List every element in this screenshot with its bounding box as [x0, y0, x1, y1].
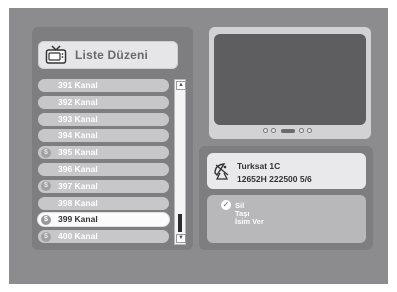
pay-channel-icon: $ [41, 181, 51, 192]
page-title: Liste Düzeni [75, 48, 149, 62]
indicator-bar [281, 129, 295, 133]
check-icon: ✓ [221, 200, 231, 210]
satellite-name: Turksat 1C [237, 161, 281, 171]
channel-row[interactable]: $397 Kanal [38, 179, 169, 193]
channel-row[interactable]: 398 Kanal [38, 196, 169, 210]
channel-row[interactable]: 396 Kanal [38, 163, 169, 176]
satellite-info-box: Turksat 1C 12652H 222500 5/6 [207, 153, 366, 189]
preview-screen [214, 34, 366, 125]
channel-label: 399 Kanal [58, 214, 98, 225]
indicator-dot [307, 128, 312, 133]
channel-label: 391 Kanal [58, 80, 98, 90]
channel-label: 395 Kanal [58, 147, 98, 158]
indicator-dot [299, 128, 304, 133]
channel-label: 398 Kanal [58, 197, 98, 208]
indicator-dot [271, 128, 276, 133]
scroll-down-button[interactable]: ▼ [176, 234, 186, 243]
channel-row[interactable]: 393 Kanal [38, 112, 169, 126]
scroll-up-button[interactable]: ▲ [176, 81, 186, 90]
channel-row[interactable]: $400 Kanal [38, 230, 169, 244]
pay-channel-icon: $ [41, 214, 51, 225]
channel-row[interactable]: $399 Kanal [38, 213, 169, 227]
screen: Liste Düzeni 391 Kanal 392 Kanal 393 Kanal… [0, 0, 397, 292]
channel-label: 400 Kanal [58, 231, 98, 242]
menu-item-rename[interactable]: İsim Ver [235, 217, 264, 226]
tv-icon [45, 45, 67, 64]
pay-channel-icon: $ [41, 147, 51, 158]
list-title-box: Liste Düzeni [38, 41, 178, 69]
edit-menu: ✓ Sil Taşı İsim Ver [207, 195, 366, 243]
channel-row[interactable]: 391 Kanal [38, 79, 169, 92]
channel-row[interactable]: 394 Kanal [38, 129, 169, 143]
channel-row[interactable]: 392 Kanal [38, 95, 169, 109]
channel-label: 394 Kanal [58, 130, 98, 141]
channel-label: 396 Kanal [58, 164, 98, 174]
scroll-thumb[interactable] [178, 214, 182, 232]
preview-indicator [263, 127, 317, 135]
channel-label: 392 Kanal [58, 96, 98, 107]
channel-label: 397 Kanal [58, 180, 98, 191]
channel-scrollbar[interactable]: ▲ ▼ [174, 79, 186, 245]
pay-channel-icon: $ [41, 231, 51, 242]
channel-label: 393 Kanal [58, 113, 98, 124]
indicator-dot [263, 128, 268, 133]
satellite-dish-icon [214, 163, 229, 180]
channel-row[interactable]: $395 Kanal [38, 146, 169, 160]
transponder-info: 12652H 222500 5/6 [237, 174, 312, 184]
